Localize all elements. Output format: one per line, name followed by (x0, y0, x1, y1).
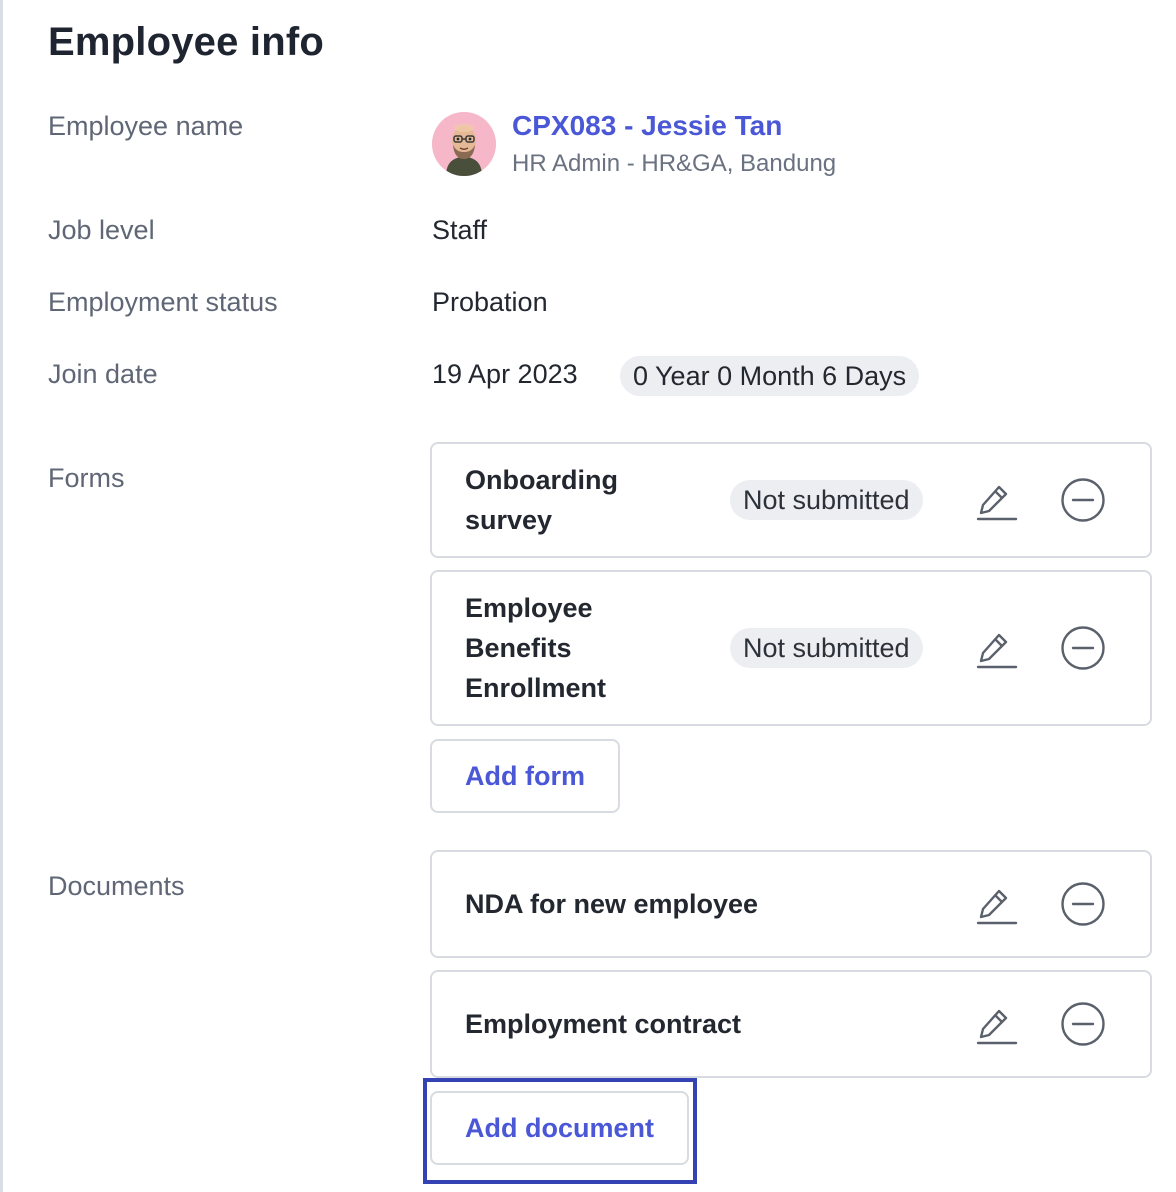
pencil-icon (976, 633, 1018, 669)
employee-name-label: Employee name (48, 111, 244, 141)
forms-label: Forms (48, 463, 125, 493)
remove-document-button[interactable] (1059, 880, 1107, 928)
avatar-image (432, 112, 496, 176)
left-divider (0, 0, 3, 1192)
avatar (432, 112, 496, 176)
form-title-line: Benefits (465, 633, 572, 663)
form-title-line: Enrollment (465, 673, 607, 703)
edit-form-button[interactable] (972, 624, 1020, 672)
document-card: NDA for new employee (430, 850, 1152, 958)
tenure-badge: 0 Year 0 Month 6 Days (620, 356, 920, 396)
edit-document-button[interactable] (972, 880, 1020, 928)
pencil-icon (976, 485, 1018, 521)
minus-circle-icon (1061, 478, 1105, 522)
document-title: Employment contract (465, 1009, 742, 1039)
add-document-button[interactable]: Add document (430, 1091, 689, 1165)
join-date-label: Join date (48, 359, 158, 389)
form-title-line: Employee (465, 593, 593, 623)
minus-circle-icon (1061, 882, 1105, 926)
form-title-line: Onboarding (465, 465, 618, 495)
employee-name-link[interactable]: CPX083 - Jessie Tan (512, 110, 782, 142)
page-title: Employee info (48, 20, 324, 64)
document-title: NDA for new employee (465, 889, 759, 919)
join-date-value: 19 Apr 2023 (432, 359, 578, 389)
form-title-line: survey (465, 505, 553, 535)
documents-label: Documents (48, 871, 185, 901)
remove-document-button[interactable] (1059, 1000, 1107, 1048)
employment-status-value: Probation (432, 287, 548, 317)
status-badge: Not submitted (730, 480, 923, 520)
pencil-icon (976, 1009, 1018, 1045)
minus-circle-icon (1061, 626, 1105, 670)
employment-status-label: Employment status (48, 287, 278, 317)
remove-form-button[interactable] (1059, 476, 1107, 524)
status-badge: Not submitted (730, 628, 923, 668)
employee-info-page: Employee info Employee name CPX083 - Jes… (0, 0, 1176, 1192)
job-level-value: Staff (432, 215, 488, 245)
pencil-icon (976, 889, 1018, 925)
employee-position: HR Admin - HR&GA, Bandung (512, 150, 837, 177)
edit-document-button[interactable] (972, 1000, 1020, 1048)
form-card: Onboarding survey Not submitted (430, 442, 1152, 558)
job-level-label: Job level (48, 215, 155, 245)
add-form-button[interactable]: Add form (430, 739, 620, 813)
form-card: Employee Benefits Enrollment Not submitt… (430, 570, 1152, 726)
minus-circle-icon (1061, 1002, 1105, 1046)
edit-form-button[interactable] (972, 476, 1020, 524)
document-card: Employment contract (430, 970, 1152, 1078)
remove-form-button[interactable] (1059, 624, 1107, 672)
